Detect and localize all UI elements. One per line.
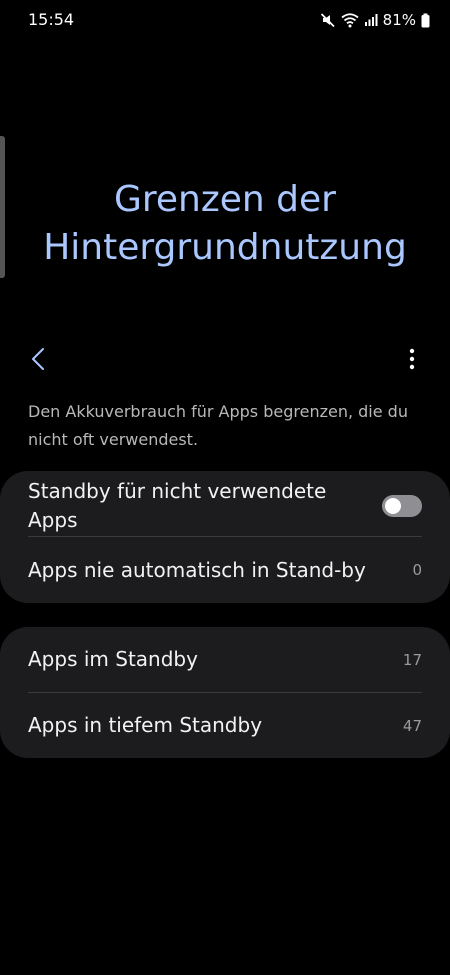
mute-icon xyxy=(320,12,336,28)
page-title-line-2: Hintergrundnutzung xyxy=(43,227,407,269)
never-standby-apps-row[interactable]: Apps nie automatisch in Stand-by 0 xyxy=(28,537,422,603)
apps-in-deep-standby-row[interactable]: Apps in tiefem Standby 47 xyxy=(28,693,422,758)
standby-unused-apps-toggle[interactable] xyxy=(382,495,422,517)
page-title: Grenzen der Hintergrundnutzung xyxy=(0,176,450,272)
wifi-icon xyxy=(341,12,359,28)
apps-in-deep-standby-count: 47 xyxy=(402,716,422,735)
standby-unused-apps-label: Standby für nicht verwendete Apps xyxy=(28,479,327,532)
standby-unused-apps-row[interactable]: Standby für nicht verwendete Apps xyxy=(28,475,422,537)
page-title-line-1: Grenzen der xyxy=(114,179,336,221)
status-icons: 81% xyxy=(320,10,430,30)
battery-icon xyxy=(421,13,430,28)
apps-in-deep-standby-label: Apps in tiefem Standby xyxy=(28,713,263,737)
standby-lists-card: Apps im Standby 17 Apps in tiefem Standb… xyxy=(0,627,450,758)
apps-in-standby-label: Apps im Standby xyxy=(28,647,198,671)
status-bar: 15:54 81% xyxy=(0,0,450,40)
standby-settings-card: Standby für nicht verwendete Apps Apps n… xyxy=(0,471,450,603)
back-button[interactable] xyxy=(22,344,54,378)
signal-icon xyxy=(364,13,378,27)
apps-in-standby-count: 17 xyxy=(402,650,422,669)
battery-percent: 81% xyxy=(382,11,416,29)
more-vertical-icon xyxy=(409,348,415,374)
more-options-button[interactable] xyxy=(396,344,428,378)
chevron-left-icon xyxy=(31,347,45,375)
never-standby-apps-label: Apps nie automatisch in Stand-by xyxy=(28,557,366,582)
apps-in-standby-row[interactable]: Apps im Standby 17 xyxy=(28,627,422,692)
status-time: 15:54 xyxy=(28,10,75,29)
never-standby-apps-count: 0 xyxy=(412,561,422,579)
description-text: Den Akkuverbrauch für Apps begrenzen, di… xyxy=(28,402,408,449)
toggle-knob xyxy=(385,498,401,514)
